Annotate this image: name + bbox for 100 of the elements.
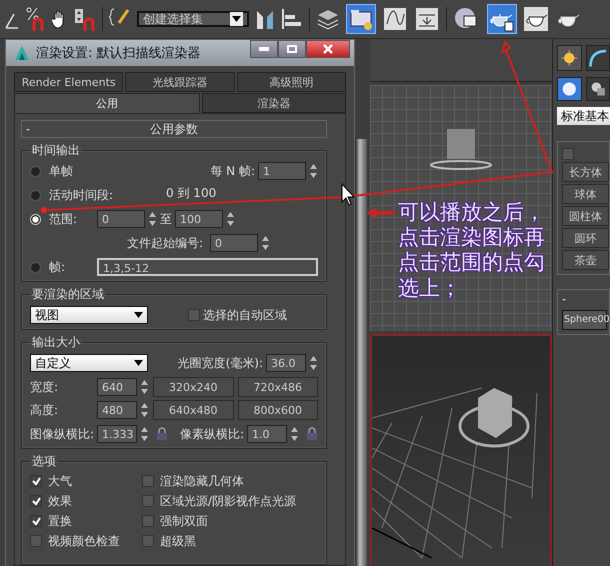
spinner-arrows-icon[interactable] [148,210,157,228]
group-title: 要渲染的区域 [31,286,105,303]
number-field[interactable]: 640 [97,378,137,396]
number-field[interactable]: 1 [258,162,306,180]
checkbox[interactable] [142,515,154,527]
number-field[interactable]: 0 [97,210,145,228]
object-type-button[interactable]: 圆环 [562,228,609,248]
create-tab-icon[interactable] [557,45,582,71]
radio-button[interactable] [30,166,41,176]
object-type-button[interactable]: 圆柱体 [562,206,609,226]
number-field[interactable]: 1.0 [247,425,287,443]
object-type-button[interactable]: 茶壶 [562,250,609,270]
minimize-button[interactable] [250,40,278,58]
checkbox[interactable] [142,495,154,507]
radio-button[interactable] [30,262,41,272]
teapot-icon[interactable] [487,4,517,34]
object-type-button[interactable]: 长方体 [562,162,609,182]
checkbox[interactable] [30,515,42,527]
cursor-icon [342,182,356,206]
preset-size-button[interactable]: 800x600 [238,400,318,420]
spinner-arrows-icon[interactable] [290,425,299,443]
percent-snap-icon[interactable] [26,7,46,31]
collapse-toggle[interactable]: - [26,122,38,136]
rollout-title: 公用参数 [149,120,199,138]
scrollbar[interactable] [355,139,367,566]
radio-label: 单帧 [49,162,73,180]
number-field[interactable]: 36.0 [266,354,306,372]
app-icon [14,45,30,61]
caret-icon [134,312,143,318]
shapes-icon[interactable] [586,77,610,101]
layers-icon[interactable] [316,7,340,31]
spinner-arrows-icon[interactable] [226,210,235,228]
spinner-snap-icon[interactable] [74,7,96,31]
maximize-button[interactable] [278,40,306,58]
collapse-toggle[interactable]: - [562,292,609,306]
radio-label: 帧: [49,258,66,276]
checkbox[interactable] [30,495,42,507]
tab[interactable]: Render Elements [14,72,124,92]
field-label: 光圈宽度(毫米): [178,354,263,372]
checkbox[interactable] [30,475,42,487]
spinner-arrows-icon[interactable] [140,401,149,419]
checkbox[interactable] [188,309,200,321]
grid-viewport[interactable] [370,85,552,331]
checkbox-label: 强制双面 [160,512,208,530]
number-field[interactable]: 0 [210,234,258,252]
field-label: 图像纵横比: [30,426,94,442]
checkbox-label: 大气 [48,472,72,490]
radio-label: 范围: [49,210,78,228]
object-name-field[interactable]: Sphere00 [562,310,607,330]
spinner-arrows-icon[interactable] [140,425,149,443]
tab[interactable]: 光线跟踪器 [125,72,235,92]
annotation-text: 可以播放之后，点击渲染图标再点击范围的点勾选上； [398,200,546,301]
frames-field[interactable]: 1,3,5-12 [97,258,318,276]
close-button[interactable] [306,40,350,58]
preset-size-button[interactable]: 720x486 [238,377,318,397]
object-type-button[interactable]: 球体 [562,184,609,204]
dialog-title: 渲染设置: 默认扫描线渲染器 [36,45,202,62]
checkbox[interactable] [562,148,574,160]
modify-tab-icon[interactable] [586,45,610,71]
geometry-icon[interactable] [557,77,582,101]
primitive-type-dropdown[interactable]: 标准基本 [557,107,610,125]
spinner-arrows-icon[interactable] [261,234,270,252]
checkbox-label: 视频颜色检查 [48,532,120,550]
field-label: 高度: [30,402,60,418]
checkbox-label: 渲染隐藏几何体 [160,472,244,490]
preset-size-button[interactable]: 640x480 [153,400,234,420]
radio-label: 活动时间段: [49,186,114,204]
checkbox[interactable] [30,535,42,547]
area-dropdown[interactable]: 视图 [30,306,148,324]
checkbox[interactable] [142,535,154,547]
number-field[interactable]: 480 [97,401,137,419]
size-preset-dropdown[interactable]: 自定义 [30,354,148,372]
tab[interactable]: 公用 [14,93,200,113]
spinner-arrows-icon[interactable] [309,354,318,372]
number-field[interactable]: 1.333 [97,425,137,443]
align-icon[interactable] [281,7,303,31]
field-label: 像素纵横比: [180,426,244,442]
caret-icon [134,360,143,366]
checkbox[interactable] [142,475,154,487]
tab[interactable]: 渲染器 [202,93,346,113]
checkbox-label: 区域光源/阴影视作点光源 [160,492,296,510]
checkbox-label: 超级黑 [160,532,196,550]
spinner-arrows-icon[interactable] [309,162,318,180]
rollout-header[interactable]: - 公用参数 [21,120,327,138]
number-field[interactable]: 100 [175,210,223,228]
field-label: 至 [160,210,172,228]
teapot-icon[interactable] [523,6,549,32]
selection-set-dropdown[interactable]: 创建选择集 [137,11,249,27]
lock-icon[interactable] [156,427,168,441]
box-object-drawing [429,127,493,171]
radio-button[interactable] [30,190,41,200]
group-title: 选项 [31,453,57,470]
spinner-arrows-icon[interactable] [140,378,149,396]
lock-icon[interactable] [306,427,318,441]
checkbox-label: 置换 [48,512,72,530]
preset-size-button[interactable]: 320x240 [153,377,234,397]
tab[interactable]: 高级照明 [236,72,346,92]
caret-icon [230,12,243,26]
curve-editor-icon[interactable] [382,6,408,32]
checkbox-label: 选择的自动区域 [203,306,287,324]
